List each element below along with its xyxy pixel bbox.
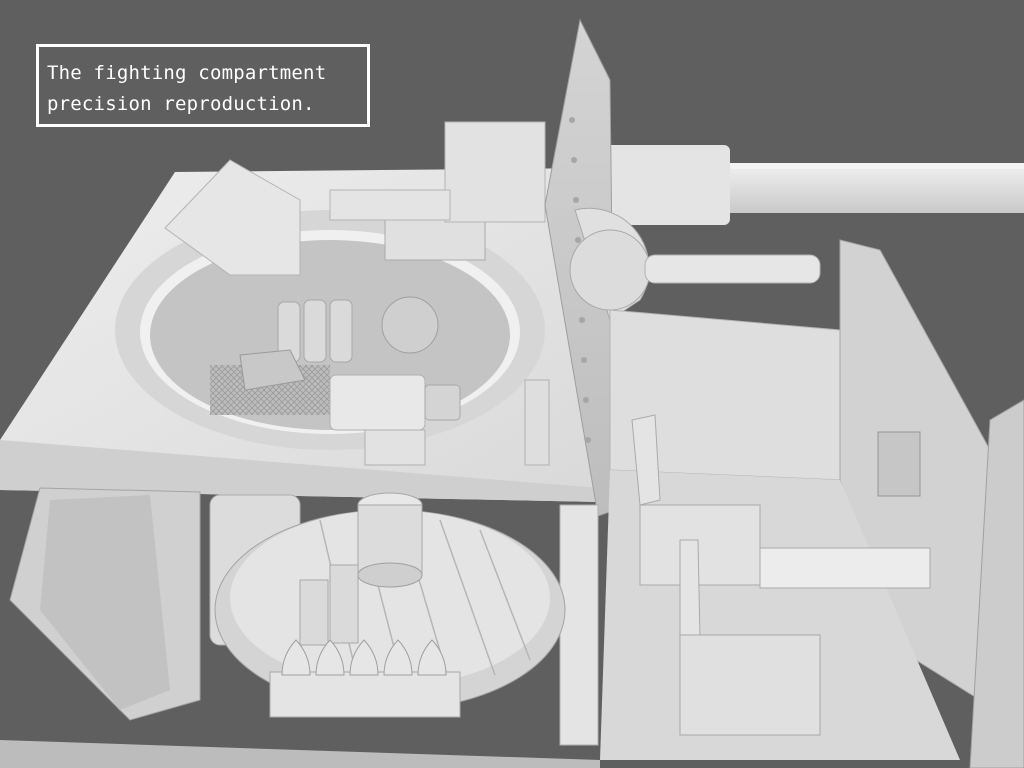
caption-line-2: precision reproduction. xyxy=(47,93,315,115)
caption-box: The fighting compartment precision repro… xyxy=(36,44,370,127)
caption-line-1: The fighting compartment xyxy=(47,62,327,84)
main-gun-barrel xyxy=(600,145,1024,225)
